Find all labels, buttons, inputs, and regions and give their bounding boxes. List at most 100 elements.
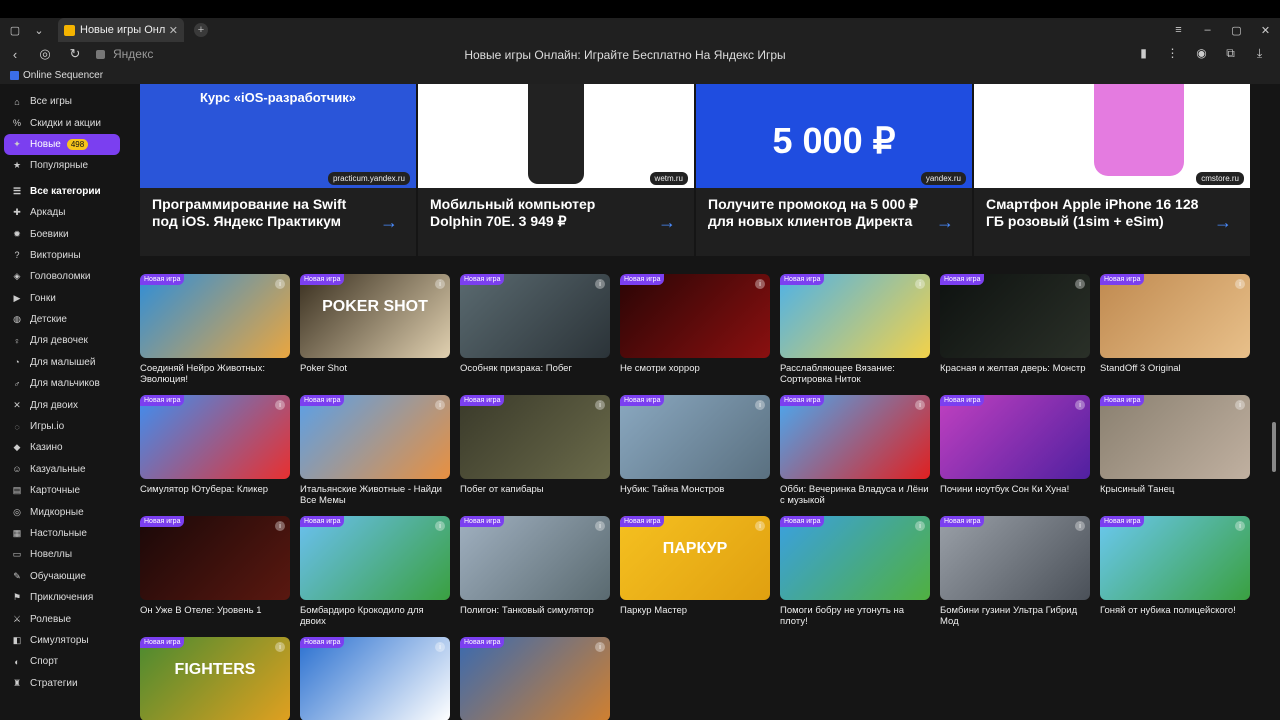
info-icon[interactable]: i — [1075, 279, 1085, 289]
sidebar-category-11[interactable]: ◆ Казино — [0, 437, 128, 458]
game-card[interactable]: Новая игра i Почини ноутбук Сон Ки Хуна! — [940, 395, 1090, 495]
sidebar-category-8[interactable]: ♂ Для мальчиков — [0, 373, 128, 394]
game-name[interactable]: Красная и желтая дверь: Монстр — [940, 363, 1090, 374]
info-icon[interactable]: i — [435, 279, 445, 289]
game-thumbnail[interactable]: Новая игра i ПАРКУР — [620, 516, 770, 600]
game-thumbnail[interactable]: Новая игра i — [300, 395, 450, 479]
ad-title[interactable]: Получите промокод на 5 000 ₽ для новых к… — [708, 196, 928, 230]
new-tab-button[interactable]: + — [194, 23, 208, 37]
info-icon[interactable]: i — [1235, 400, 1245, 410]
game-card[interactable]: Новая игра i StandOff 3 Original — [1100, 274, 1250, 374]
sidebar-category-19[interactable]: ⚔ Ролевые — [0, 608, 128, 629]
game-card[interactable]: Новая игра i Обби: Вечеринка Владуса и Лён… — [780, 395, 930, 506]
sidebar-category-17[interactable]: ✎ Обучающие — [0, 566, 128, 587]
scrollbar-thumb[interactable] — [1272, 422, 1276, 472]
page-title[interactable]: Новые игры Онлайн: Играйте Бесплатно На … — [0, 48, 1250, 62]
game-name[interactable]: Poker Shot — [300, 363, 450, 374]
ad-card-1[interactable]: wetm.ru Мобильный компьютер Dolphin 70E. … — [418, 84, 694, 256]
ad-card-2[interactable]: 5 000 ₽ yandex.ru Получите промокод на 5 0… — [696, 84, 972, 256]
ad-source[interactable]: cmstore.ru — [1196, 172, 1244, 185]
maximize-icon[interactable]: ▢ — [1222, 24, 1251, 37]
info-icon[interactable]: i — [1075, 521, 1085, 531]
close-window-icon[interactable]: ✕ — [1251, 24, 1280, 37]
ad-source[interactable]: yandex.ru — [920, 172, 966, 185]
game-name[interactable]: Гоняй от нубика полицейского! — [1100, 605, 1250, 616]
arrow-right-icon[interactable]: → — [936, 212, 954, 233]
sidebar-category-3[interactable]: ◈ Головоломки — [0, 266, 128, 287]
game-thumbnail[interactable]: Новая игра i — [140, 274, 290, 358]
game-name[interactable]: Почини ноутбук Сон Ки Хуна! — [940, 484, 1090, 495]
game-card[interactable]: Новая игра i Бомбардиро Крокодило для двои… — [300, 516, 450, 627]
game-name[interactable]: Соединяй Нейро Животных: Эволюция! — [140, 363, 290, 385]
info-icon[interactable]: i — [595, 400, 605, 410]
ad-source[interactable]: practicum.yandex.ru — [327, 172, 410, 185]
info-icon[interactable]: i — [915, 279, 925, 289]
sidebar-category-10[interactable]: ◌ Игры.io — [0, 416, 128, 437]
ad-card-3[interactable]: cmstore.ru Смартфон Apple iPhone 16 128 Г… — [974, 84, 1250, 256]
game-name[interactable]: Особняк призрака: Побег — [460, 363, 610, 374]
game-name[interactable]: Обби: Вечеринка Владуса и Лёни с музыкой — [780, 484, 930, 506]
sidebar-category-7[interactable]: ◔ Для малышей — [0, 352, 128, 373]
sidebar-category-0[interactable]: ✚ Аркады — [0, 202, 128, 223]
game-name[interactable]: Крысиный Танец — [1100, 484, 1250, 495]
game-name[interactable]: Бомбардиро Крокодило для двоих — [300, 605, 450, 627]
game-name[interactable]: Бомбини гузини Ультра Гибрид Мод — [940, 605, 1090, 627]
info-icon[interactable]: i — [1235, 279, 1245, 289]
info-icon[interactable]: i — [435, 521, 445, 531]
game-thumbnail[interactable]: Новая игра i POKER SHOT — [300, 274, 450, 358]
game-card[interactable]: Новая игра i Помоги бобру не утонуть на пл… — [780, 516, 930, 627]
info-icon[interactable]: i — [755, 279, 765, 289]
game-thumbnail[interactable]: Новая игра i — [1100, 516, 1250, 600]
game-name[interactable]: StandOff 3 Original — [1100, 363, 1250, 374]
game-thumbnail[interactable]: Новая игра i — [940, 516, 1090, 600]
ad-card-0[interactable]: Курс «iOS-разработчик» practicum.yandex.r… — [140, 84, 416, 256]
sidebar-category-15[interactable]: ▦ Настольные — [0, 523, 128, 544]
info-icon[interactable]: i — [275, 400, 285, 410]
info-icon[interactable]: i — [275, 521, 285, 531]
game-card[interactable]: Новая игра i Красная и желтая дверь: Монст… — [940, 274, 1090, 374]
game-thumbnail[interactable]: Новая игра i — [300, 516, 450, 600]
bookmark-online-sequencer[interactable]: Online Sequencer — [23, 70, 103, 81]
sidebar-category-18[interactable]: ⚑ Приключения — [0, 587, 128, 608]
game-card[interactable]: Новая игра i Полигон: Танковый симулятор — [460, 516, 610, 616]
game-name[interactable]: Побег от капибары — [460, 484, 610, 495]
game-thumbnail[interactable]: Новая игра i — [940, 395, 1090, 479]
info-icon[interactable]: i — [915, 400, 925, 410]
game-thumbnail[interactable]: Новая игра i — [300, 637, 450, 720]
game-name[interactable]: Не смотри хоррор — [620, 363, 770, 374]
game-thumbnail[interactable]: Новая игра i — [780, 274, 930, 358]
game-thumbnail[interactable]: Новая игра i — [460, 395, 610, 479]
game-card[interactable]: Новая игра i Расслабляющее Вязание: Сортир… — [780, 274, 930, 385]
game-name[interactable]: Симулятор Ютубера: Кликер — [140, 484, 290, 495]
game-name[interactable]: Помоги бобру не утонуть на плоту! — [780, 605, 930, 627]
game-thumbnail[interactable]: Новая игра i — [1100, 395, 1250, 479]
game-name[interactable]: Расслабляющее Вязание: Сортировка Ниток — [780, 363, 930, 385]
game-card[interactable]: Новая игра i Крысиный Танец — [1100, 395, 1250, 495]
game-card[interactable]: Новая игра i Не смотри хоррор — [620, 274, 770, 374]
info-icon[interactable]: i — [755, 400, 765, 410]
game-card[interactable]: Новая игра i — [300, 637, 450, 720]
game-thumbnail[interactable]: Новая игра i — [460, 637, 610, 720]
sidebar-category-1[interactable]: ✹ Боевики — [0, 223, 128, 244]
alice-icon[interactable]: ◉ — [1187, 46, 1216, 61]
bookmark-icon[interactable]: ▮ — [1129, 46, 1158, 61]
info-icon[interactable]: i — [595, 279, 605, 289]
game-thumbnail[interactable]: Новая игра i — [1100, 274, 1250, 358]
game-card[interactable]: Новая игра i Гоняй от нубика полицейского! — [1100, 516, 1250, 616]
sidebar-category-4[interactable]: ▶ Гонки — [0, 288, 128, 309]
game-thumbnail[interactable]: Новая игра i — [460, 516, 610, 600]
game-card[interactable]: Новая игра i Нубик: Тайна Монстров — [620, 395, 770, 495]
info-icon[interactable]: i — [1075, 400, 1085, 410]
sidebar-category-20[interactable]: ◧ Симуляторы — [0, 630, 128, 651]
info-icon[interactable]: i — [915, 521, 925, 531]
tabs-menu-icon[interactable]: ≡ — [1164, 24, 1193, 36]
game-card[interactable]: Новая игра i Побег от капибары — [460, 395, 610, 495]
info-icon[interactable]: i — [595, 521, 605, 531]
sidebar-category-13[interactable]: ▤ Карточные — [0, 480, 128, 501]
extensions-icon[interactable]: ⧉ — [1216, 46, 1245, 61]
ad-title[interactable]: Мобильный компьютер Dolphin 70E. 3 949 ₽ — [430, 196, 650, 230]
info-icon[interactable]: i — [1235, 521, 1245, 531]
sidebar-category-16[interactable]: ▭ Новеллы — [0, 544, 128, 565]
ad-source[interactable]: wetm.ru — [649, 172, 688, 185]
sidebar-category-14[interactable]: ◎ Мидкорные — [0, 501, 128, 522]
